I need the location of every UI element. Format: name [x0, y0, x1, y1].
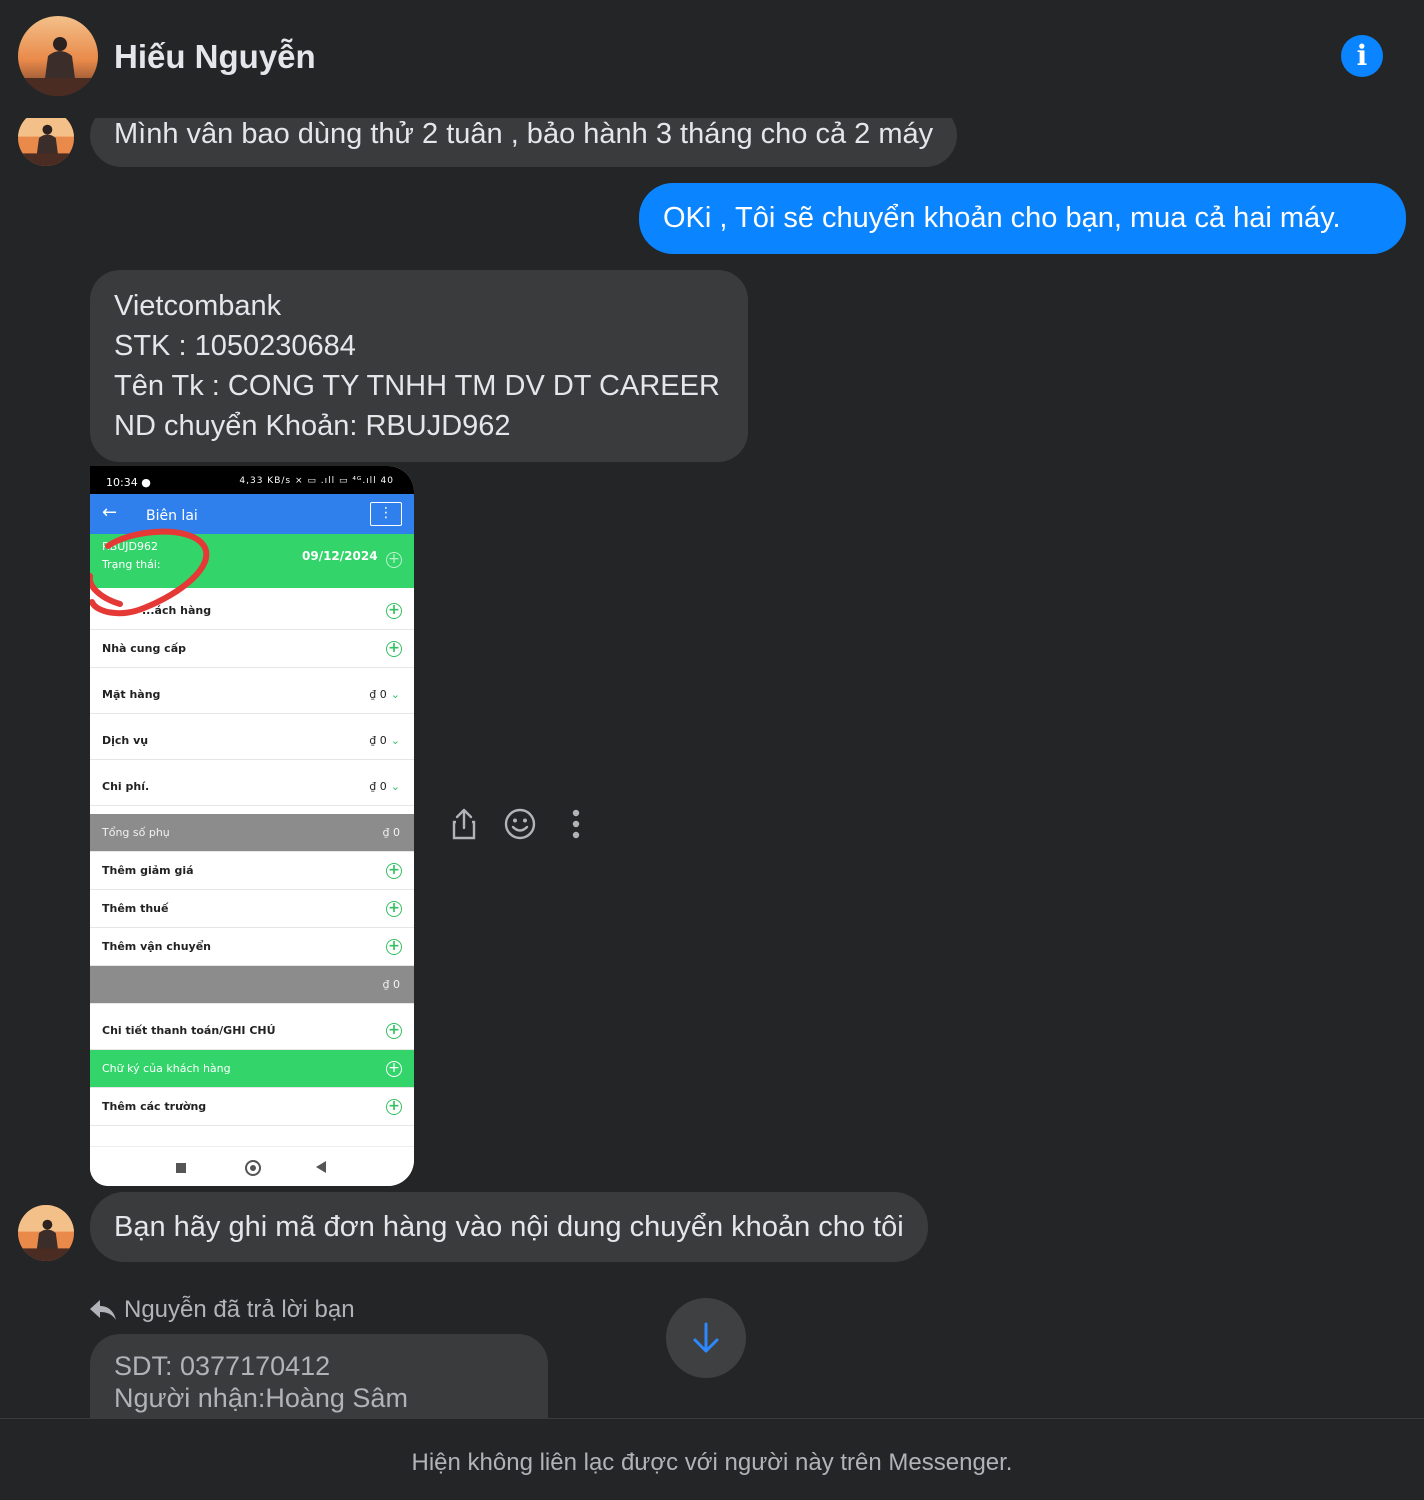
receipt-row: ...ách hàng + [90, 592, 414, 630]
row-label: Mặt hàng [102, 688, 161, 701]
sender-avatar[interactable] [18, 1205, 74, 1261]
receipt-row-subtotal: Tổng số phụ ₫ 0 [90, 814, 414, 852]
row-label: Dịch vụ [102, 734, 149, 747]
plus-circle-icon: + [386, 1023, 402, 1039]
avatar-photo [18, 110, 74, 166]
receipt-row: Thêm vận chuyển + [90, 928, 414, 966]
plus-circle-icon: + [386, 863, 402, 879]
reply-indicator: Nguyễn đã trả lời bạn [90, 1296, 355, 1324]
avatar-photo [18, 16, 98, 96]
chevron-down-icon: ⌄ [390, 734, 400, 747]
share-icon[interactable] [436, 804, 492, 844]
message-line: Người nhận:Hoàng Sâm [114, 1383, 408, 1413]
row-amount: ₫ 0 [369, 780, 387, 793]
message-bubble-bank-details[interactable]: Vietcombank STK : 1050230684 Tên Tk : CO… [90, 270, 748, 462]
order-id: RBUJD962 [102, 540, 158, 553]
message-bubble-outgoing[interactable]: OKi , Tôi sẽ chuyển khoản cho bạn, mua c… [639, 183, 1406, 254]
receipt-row: Chi tiết thanh toán/GHI CHÚ + [90, 1012, 414, 1050]
row-label: Nhà cung cấp [102, 642, 186, 655]
plus-circle-icon: + [386, 1061, 402, 1077]
receipt-row: Nhà cung cấp + [90, 630, 414, 668]
reply-note-text: Nguyễn đã trả lời bạn [124, 1296, 355, 1323]
phone-time: 10:34 [106, 476, 138, 489]
row-amount: ₫ 0 [382, 826, 401, 839]
react-emoji-icon[interactable] [492, 804, 548, 844]
receipt-row: Thêm thuế + [90, 890, 414, 928]
message-line: Tên Tk : CONG TY TNHH TM DV DT CAREER [114, 370, 720, 402]
receipt-row-total: ₫ 0 [90, 966, 414, 1004]
info-icon[interactable]: i [1341, 35, 1383, 77]
avatar-photo [18, 1205, 74, 1261]
row-amount: ₫ 0 [369, 734, 387, 747]
contact-name[interactable]: Hiếu Nguyễn [114, 38, 316, 76]
phone-nav-bar [90, 1146, 414, 1186]
reply-arrow-icon [90, 1300, 116, 1320]
more-menu-icon: ⋮ [370, 502, 402, 526]
receipt-screenshot-image[interactable]: 10:34 ● 4,33 KB/s ⨯ ▭ .ıll ▭ ⁴ᴳ.ıll 40 ←… [90, 466, 414, 1186]
plus-circle-icon: + [386, 552, 402, 568]
message-bubble-incoming[interactable]: Bạn hãy ghi mã đơn hàng vào nội dung chu… [90, 1192, 928, 1262]
receipt-row: Dịch vụ ₫ 0 ⌄ [90, 722, 414, 760]
row-label: Chữ ký của khách hàng [102, 1062, 231, 1075]
message-line: ND chuyển Khoản: RBUJD962 [114, 410, 511, 442]
receipt-order-header: RBUJD962 Trạng thái: 09/12/2024 + [90, 534, 414, 588]
message-line: SDT: 0377170412 [114, 1351, 331, 1381]
sender-avatar[interactable] [18, 110, 74, 166]
recents-icon [176, 1163, 186, 1173]
row-amount: ₫ 0 [382, 978, 401, 991]
row-label: ...ách hàng [142, 604, 212, 617]
arrow-down-icon [693, 1322, 719, 1353]
composer-disabled-bar: Hiện không liên lạc được với người này t… [0, 1418, 1424, 1500]
plus-circle-icon: + [386, 939, 402, 955]
message-line: Vietcombank [114, 290, 282, 322]
back-arrow-icon: ← [102, 502, 118, 523]
home-icon [245, 1160, 261, 1176]
notification-dot-icon: ● [141, 476, 151, 489]
unreachable-notice: Hiện không liên lạc được với người này t… [411, 1449, 1013, 1476]
row-label: Chi tiết thanh toán/GHI CHÚ [102, 1024, 276, 1037]
row-label: Thêm thuế [102, 902, 169, 915]
plus-circle-icon: + [386, 603, 402, 619]
plus-circle-icon: + [386, 1099, 402, 1115]
conversation-header: Hiếu Nguyễn i [0, 0, 1424, 118]
row-label: Thêm vận chuyển [102, 940, 211, 953]
row-label: Thêm giảm giá [102, 864, 194, 877]
receipt-row: Mặt hàng ₫ 0 ⌄ [90, 676, 414, 714]
message-actions [436, 804, 604, 844]
status-label: Trạng thái: [102, 558, 161, 571]
receipt-app-bar: ← Biên lai ⋮ [90, 494, 414, 534]
signal-icons: 4,33 KB/s ⨯ ▭ .ıll ▭ ⁴ᴳ.ıll 40 [239, 476, 394, 486]
more-options-icon[interactable] [548, 804, 604, 844]
chevron-down-icon: ⌄ [390, 780, 400, 793]
receipt-title: Biên lai [146, 508, 198, 524]
row-label: Chi phí. [102, 780, 150, 793]
contact-avatar[interactable] [18, 16, 98, 96]
message-line: STK : 1050230684 [114, 330, 356, 362]
receipt-row-signature: Chữ ký của khách hàng + [90, 1050, 414, 1088]
receipt-row: Thêm giảm giá + [90, 852, 414, 890]
chevron-down-icon: ⌄ [390, 688, 400, 701]
row-label: Thêm các trường [102, 1100, 207, 1113]
plus-circle-icon: + [386, 901, 402, 917]
receipt-row: Chi phí. ₫ 0 ⌄ [90, 768, 414, 806]
plus-circle-icon: + [386, 641, 402, 657]
phone-status-bar: 10:34 ● 4,33 KB/s ⨯ ▭ .ıll ▭ ⁴ᴳ.ıll 40 [90, 466, 414, 494]
row-amount: ₫ 0 [369, 688, 387, 701]
back-triangle-icon [316, 1161, 326, 1173]
order-date: 09/12/2024 [302, 549, 378, 563]
receipt-row: Thêm các trường + [90, 1088, 414, 1126]
row-label: Tổng số phụ [102, 826, 170, 839]
scroll-to-bottom-button[interactable] [666, 1298, 746, 1378]
